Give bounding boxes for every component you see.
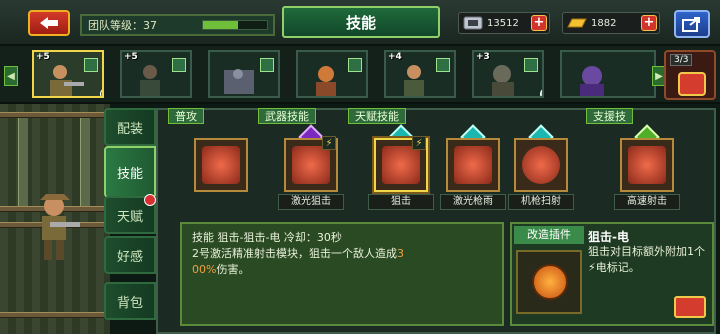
mod-label: 改造插件	[514, 226, 584, 244]
skill-laser-snipe[interactable]: ⚡ 激光狙击	[278, 124, 344, 220]
hero-card-3[interactable]	[208, 50, 280, 98]
role-icon	[84, 58, 98, 72]
skill-effect-line: 2号激活精准射击模块，狙击一个敌人造成3	[192, 247, 404, 260]
category-support-skill: 支援技	[586, 108, 633, 124]
tab-loadout[interactable]: 配装	[104, 108, 156, 146]
hero-portrait	[140, 65, 160, 96]
skill-rapid-fire[interactable]: 高速射击	[614, 124, 680, 220]
team-level: 团队等级：37	[80, 14, 275, 36]
mod-description: 狙击对目标额外附加1个⚡电标记。	[588, 245, 705, 274]
team-level-label: 团队等级：37	[88, 19, 157, 32]
skill-normal-attack[interactable]	[188, 128, 254, 220]
hero-portrait	[50, 65, 84, 96]
skill-description: 技能 狙击-狙击-电 冷却：30秒 2号激活精准射击模块，狙击一个敌人造成3 0…	[180, 222, 504, 326]
skill-name: 激光枪雨	[440, 194, 506, 210]
lightning-icon: ⚡	[322, 136, 336, 150]
skill-effect-line-2: 00%伤害。	[192, 263, 250, 276]
hero-strip: ◀ +5 +5 +4 +3 ▶ 3/3	[0, 46, 720, 104]
hero-card-7[interactable]	[560, 50, 656, 98]
chip-count: 13512	[487, 17, 519, 29]
skill-header-line: 技能 狙击-狙击-电 冷却：30秒	[192, 231, 342, 244]
category-talent-skill: 天赋技能	[348, 108, 406, 124]
hero-portrait	[224, 69, 254, 94]
gold-bar-icon	[563, 12, 591, 34]
laser-snipe-icon	[292, 146, 330, 184]
role-icon	[172, 58, 186, 72]
tab-affinity[interactable]: 好感	[104, 236, 156, 274]
mod-detail: 改造插件 狙击-电 狙击对目标额外附加1个⚡电标记。	[510, 222, 714, 326]
alert-dot	[100, 88, 102, 96]
hero-portrait	[492, 65, 514, 96]
tab-talent-label: 天赋	[116, 209, 143, 225]
team-level-progress	[202, 20, 268, 30]
tab-talent[interactable]: 天赋	[104, 194, 156, 234]
hero-sprite	[40, 194, 80, 260]
skill-name: 机枪扫射	[508, 194, 574, 210]
tab-bag[interactable]: 背包	[104, 282, 156, 320]
upgrade-dot	[540, 88, 542, 96]
skill-name: 狙击	[368, 194, 434, 210]
hero-prev-button[interactable]: ◀	[4, 66, 18, 86]
add-gold-button[interactable]: +	[641, 15, 657, 31]
category-normal-attack: 普攻	[168, 108, 204, 124]
tab-skills[interactable]: 技能	[104, 146, 156, 198]
swap-mod-button[interactable]	[674, 296, 706, 318]
mod-title: 狙击-电	[588, 230, 629, 244]
skill-name: 高速射击	[614, 194, 680, 210]
skill-name: 激光狙击	[278, 194, 344, 210]
flame-icon	[202, 146, 240, 184]
mod-slot[interactable]	[516, 250, 582, 314]
skill-panel: 普攻 武器技能 天赋技能 支援技 ⚡ 激光狙击 ⚡ 狙击 激光枪雨 机枪扫射 高…	[156, 108, 716, 334]
hero-card-1[interactable]: +5	[32, 50, 104, 98]
snipe-icon	[382, 146, 420, 184]
hero-card-6[interactable]: +3	[472, 50, 544, 98]
squad-count: 3/3	[670, 54, 693, 66]
machine-gun-icon	[522, 146, 560, 184]
gold-count: 1882	[591, 17, 617, 29]
role-icon	[260, 58, 274, 72]
hero-portrait	[316, 66, 336, 96]
share-button[interactable]	[674, 10, 710, 38]
hero-portrait	[404, 65, 424, 96]
hero-portrait	[580, 66, 604, 96]
hero-card-4[interactable]	[296, 50, 368, 98]
add-chips-button[interactable]: +	[531, 15, 547, 31]
swap-icon	[678, 72, 706, 96]
share-icon	[682, 17, 700, 32]
rapid-fire-icon	[628, 146, 666, 184]
resource-chips: 13512 +	[458, 12, 550, 34]
role-icon	[524, 58, 538, 72]
squad-button[interactable]: 3/3	[664, 50, 716, 100]
hero-card-5[interactable]: +4	[384, 50, 456, 98]
electric-mod-icon	[532, 264, 568, 300]
back-button[interactable]	[28, 10, 70, 36]
chip-icon	[459, 12, 487, 34]
laser-rain-icon	[454, 146, 492, 184]
skill-snipe[interactable]: ⚡ 狙击	[368, 124, 434, 220]
category-weapon-skill: 武器技能	[258, 108, 316, 124]
skill-machine-gun[interactable]: 机枪扫射	[508, 124, 574, 220]
page-title: 技能	[282, 6, 440, 38]
skill-laser-rain[interactable]: 激光枪雨	[440, 124, 506, 220]
back-arrow-icon	[40, 17, 58, 29]
hero-card-2[interactable]: +5	[120, 50, 192, 98]
alert-dot	[144, 194, 156, 206]
hero-scene	[0, 104, 110, 334]
lightning-icon: ⚡	[412, 136, 426, 150]
resource-gold: 1882 +	[562, 12, 660, 34]
role-icon	[348, 58, 362, 72]
role-icon	[436, 58, 450, 72]
top-bar: 团队等级：37 技能 13512 + 1882 +	[0, 0, 720, 46]
